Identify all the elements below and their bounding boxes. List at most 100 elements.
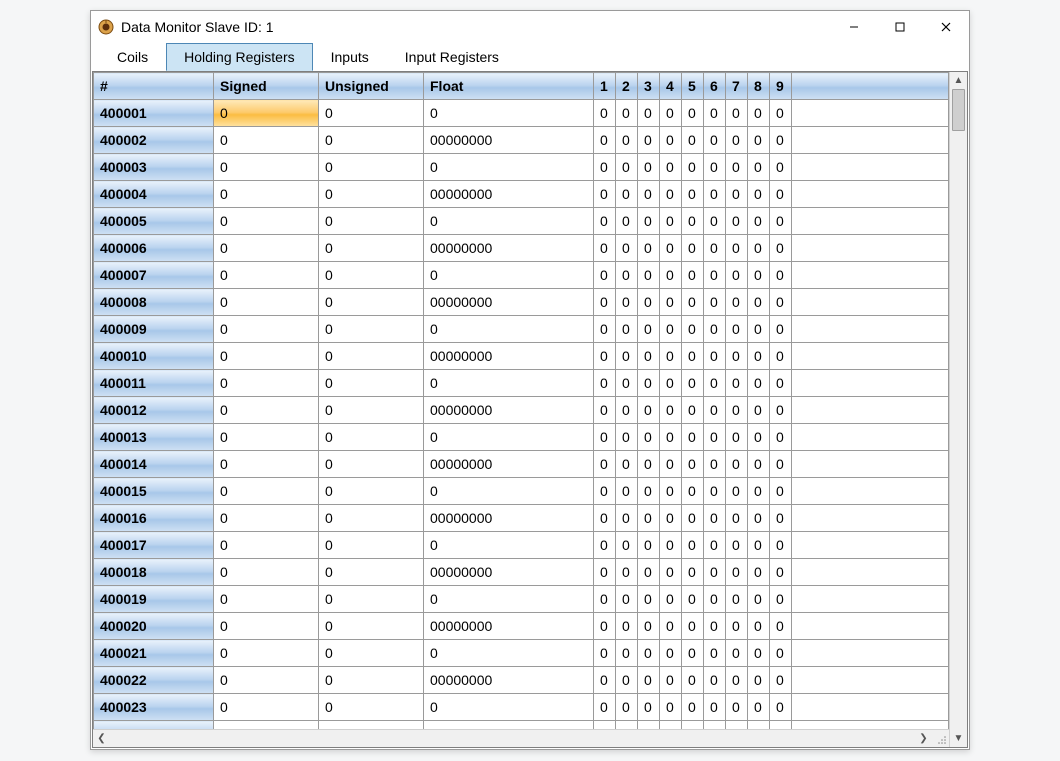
cell-bit[interactable]: 0: [770, 505, 792, 532]
cell-bit[interactable]: 0: [660, 154, 682, 181]
cell-bit[interactable]: 0: [638, 154, 660, 181]
row-address[interactable]: 400010: [94, 343, 214, 370]
cell-float[interactable]: 0: [424, 694, 594, 721]
scroll-down-icon[interactable]: ▼: [950, 730, 967, 747]
cell-bit[interactable]: 0: [726, 451, 748, 478]
cell-bit[interactable]: 0: [594, 559, 616, 586]
cell-bit[interactable]: 0: [638, 640, 660, 667]
cell-unsigned[interactable]: 0: [319, 478, 424, 505]
cell-bit[interactable]: 0: [770, 370, 792, 397]
cell-bit[interactable]: 0: [726, 262, 748, 289]
cell-bit[interactable]: 0: [704, 613, 726, 640]
cell-bit[interactable]: 0: [770, 451, 792, 478]
cell-bit[interactable]: 0: [748, 127, 770, 154]
cell-bit[interactable]: 0: [660, 370, 682, 397]
cell-bit[interactable]: 0: [704, 289, 726, 316]
cell-bit[interactable]: 0: [726, 181, 748, 208]
cell-float[interactable]: 0: [424, 370, 594, 397]
cell-bit[interactable]: 0: [594, 613, 616, 640]
cell-bit[interactable]: 0: [704, 208, 726, 235]
cell-bit[interactable]: 0: [594, 397, 616, 424]
tab-holding-registers[interactable]: Holding Registers: [166, 43, 313, 71]
cell-bit[interactable]: 0: [594, 235, 616, 262]
cell-float[interactable]: 00000000: [424, 127, 594, 154]
cell-bit[interactable]: 0: [726, 640, 748, 667]
cell-bit[interactable]: 0: [748, 262, 770, 289]
column-header-float[interactable]: Float: [424, 73, 594, 100]
cell-unsigned[interactable]: 0: [319, 640, 424, 667]
column-header-signed[interactable]: Signed: [214, 73, 319, 100]
cell-float[interactable]: 0: [424, 154, 594, 181]
column-header-padding[interactable]: [792, 73, 949, 100]
cell-bit[interactable]: 0: [682, 262, 704, 289]
cell-bit[interactable]: 0: [638, 424, 660, 451]
cell-bit[interactable]: 0: [704, 478, 726, 505]
cell-float[interactable]: 0: [424, 316, 594, 343]
cell-bit[interactable]: 0: [594, 721, 616, 730]
cell-bit[interactable]: 0: [704, 316, 726, 343]
cell-bit[interactable]: 0: [660, 505, 682, 532]
column-header-bit-4[interactable]: 4: [660, 73, 682, 100]
cell-float[interactable]: 00000000: [424, 235, 594, 262]
cell-bit[interactable]: 0: [616, 154, 638, 181]
cell-signed[interactable]: 0: [214, 478, 319, 505]
cell-bit[interactable]: 0: [726, 316, 748, 343]
cell-bit[interactable]: 0: [638, 613, 660, 640]
row-address[interactable]: 400011: [94, 370, 214, 397]
cell-bit[interactable]: 0: [660, 586, 682, 613]
cell-float[interactable]: 0: [424, 640, 594, 667]
cell-bit[interactable]: 0: [638, 262, 660, 289]
cell-bit[interactable]: 0: [748, 424, 770, 451]
cell-bit[interactable]: 0: [638, 343, 660, 370]
cell-bit[interactable]: 0: [660, 667, 682, 694]
row-address[interactable]: 400004: [94, 181, 214, 208]
cell-bit[interactable]: 0: [660, 100, 682, 127]
cell-bit[interactable]: 0: [638, 370, 660, 397]
cell-signed[interactable]: 0: [214, 370, 319, 397]
column-header-address[interactable]: #: [94, 73, 214, 100]
cell-bit[interactable]: 0: [726, 370, 748, 397]
cell-bit[interactable]: 0: [616, 586, 638, 613]
cell-bit[interactable]: 0: [682, 532, 704, 559]
cell-unsigned[interactable]: 0: [319, 289, 424, 316]
cell-unsigned[interactable]: 0: [319, 505, 424, 532]
cell-bit[interactable]: 0: [660, 208, 682, 235]
cell-bit[interactable]: 0: [726, 343, 748, 370]
cell-bit[interactable]: 0: [660, 721, 682, 730]
cell-bit[interactable]: 0: [682, 667, 704, 694]
cell-bit[interactable]: 0: [704, 559, 726, 586]
cell-bit[interactable]: 0: [594, 154, 616, 181]
row-address[interactable]: 400003: [94, 154, 214, 181]
cell-bit[interactable]: 0: [748, 100, 770, 127]
cell-bit[interactable]: 0: [616, 640, 638, 667]
cell-bit[interactable]: 0: [704, 154, 726, 181]
cell-signed[interactable]: 0: [214, 100, 319, 127]
cell-bit[interactable]: 0: [770, 289, 792, 316]
cell-bit[interactable]: 0: [638, 127, 660, 154]
cell-float[interactable]: 0: [424, 532, 594, 559]
cell-bit[interactable]: 0: [616, 127, 638, 154]
cell-signed[interactable]: 0: [214, 316, 319, 343]
cell-bit[interactable]: 0: [726, 154, 748, 181]
cell-bit[interactable]: 0: [726, 613, 748, 640]
row-address[interactable]: 400014: [94, 451, 214, 478]
cell-unsigned[interactable]: 0: [319, 694, 424, 721]
cell-bit[interactable]: 0: [704, 586, 726, 613]
cell-bit[interactable]: 0: [770, 127, 792, 154]
cell-bit[interactable]: 0: [770, 640, 792, 667]
row-address[interactable]: 400019: [94, 586, 214, 613]
cell-signed[interactable]: 0: [214, 343, 319, 370]
column-header-bit-3[interactable]: 3: [638, 73, 660, 100]
cell-bit[interactable]: 0: [770, 667, 792, 694]
tab-inputs[interactable]: Inputs: [313, 43, 387, 71]
cell-bit[interactable]: 0: [616, 208, 638, 235]
cell-bit[interactable]: 0: [748, 721, 770, 730]
cell-unsigned[interactable]: 0: [319, 316, 424, 343]
cell-bit[interactable]: 0: [770, 559, 792, 586]
cell-bit[interactable]: 0: [704, 397, 726, 424]
cell-bit[interactable]: 0: [726, 559, 748, 586]
cell-bit[interactable]: 0: [726, 397, 748, 424]
cell-float[interactable]: 0: [424, 586, 594, 613]
cell-bit[interactable]: 0: [726, 586, 748, 613]
row-address[interactable]: 400013: [94, 424, 214, 451]
